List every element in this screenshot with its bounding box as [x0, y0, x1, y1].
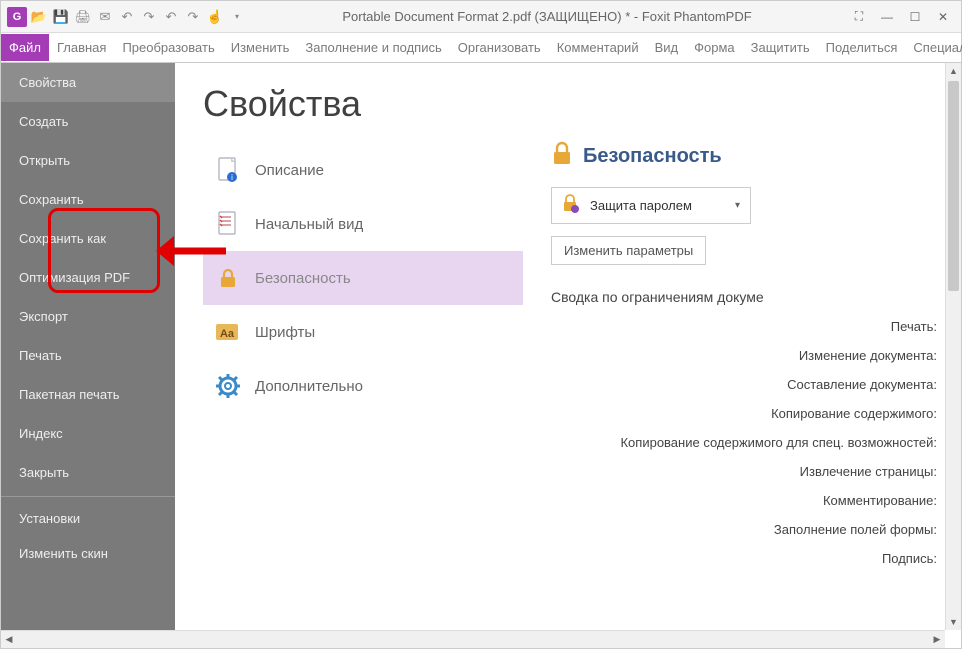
- app-logo[interactable]: G: [7, 7, 27, 27]
- category-label: Описание: [255, 162, 324, 179]
- category-label: Дополнительно: [255, 378, 363, 395]
- quick-access-toolbar: G 📂 💾 🖨 ✉ ↶ ↷ ↶ ↷ ☝ ▾: [7, 7, 247, 27]
- open-icon[interactable]: 📂: [29, 7, 49, 27]
- tab-organize[interactable]: Организовать: [450, 34, 549, 61]
- sidebar-item-preferences[interactable]: Установки: [1, 501, 175, 536]
- tab-file[interactable]: Файл: [1, 34, 49, 61]
- scroll-right-icon[interactable]: ▶: [929, 631, 945, 648]
- security-method-dropdown[interactable]: Защита паролем ▾: [551, 187, 751, 224]
- tab-share[interactable]: Поделиться: [818, 34, 906, 61]
- sidebar-item-index[interactable]: Индекс: [1, 414, 175, 453]
- category-advanced[interactable]: Дополнительно: [203, 359, 523, 413]
- sidebar-item-create[interactable]: Создать: [1, 102, 175, 141]
- perm-print: Печать:: [551, 319, 937, 334]
- document-info-icon: i: [215, 157, 241, 183]
- scroll-up-icon[interactable]: ▲: [946, 63, 961, 79]
- category-security[interactable]: Безопасность: [203, 251, 523, 305]
- save-icon[interactable]: 💾: [51, 7, 71, 27]
- sidebar-item-save[interactable]: Сохранить: [1, 180, 175, 219]
- lock-small-icon: [562, 194, 580, 217]
- lock-icon: [215, 265, 241, 291]
- fonts-icon: Aa: [215, 319, 241, 345]
- tab-fill-sign[interactable]: Заполнение и подпись: [297, 34, 449, 61]
- tab-comment[interactable]: Комментарий: [549, 34, 647, 61]
- category-description[interactable]: i Описание: [203, 143, 523, 197]
- scrollbar-thumb[interactable]: [948, 81, 959, 291]
- redo-icon[interactable]: ↷: [139, 7, 159, 27]
- category-label: Шрифты: [255, 324, 315, 341]
- lock-large-icon: [551, 141, 573, 171]
- perm-fill-form: Заполнение полей формы:: [551, 522, 937, 537]
- sidebar-item-save-as[interactable]: Сохранить как: [1, 219, 175, 258]
- security-panel: Безопасность Защита паролем ▾ Изменить п…: [535, 63, 961, 630]
- ribbon-tabs: Файл Главная Преобразовать Изменить Запо…: [1, 33, 961, 63]
- category-fonts[interactable]: Aa Шрифты: [203, 305, 523, 359]
- undo2-icon[interactable]: ↶: [161, 7, 181, 27]
- content-area: Свойства i Описание Начальный вид Безопа…: [175, 63, 961, 630]
- security-header: Безопасность: [551, 141, 937, 171]
- undo-icon[interactable]: ↶: [117, 7, 137, 27]
- window-controls: ⛶ — ☐ ✕: [847, 7, 955, 27]
- scroll-down-icon[interactable]: ▼: [946, 614, 961, 630]
- tab-protect[interactable]: Защитить: [743, 34, 818, 61]
- page-heading: Свойства: [203, 83, 523, 125]
- security-method-label: Защита паролем: [590, 198, 692, 213]
- sidebar-item-export[interactable]: Экспорт: [1, 297, 175, 336]
- redo2-icon[interactable]: ↷: [183, 7, 203, 27]
- tab-convert[interactable]: Преобразовать: [114, 34, 222, 61]
- sidebar-item-print[interactable]: Печать: [1, 336, 175, 375]
- hand-icon[interactable]: ☝: [205, 7, 225, 27]
- perm-copy: Копирование содержимого:: [551, 406, 937, 421]
- perm-sign: Подпись:: [551, 551, 937, 566]
- sidebar-item-open[interactable]: Открыть: [1, 141, 175, 180]
- vertical-scrollbar[interactable]: ▲ ▼: [945, 63, 961, 630]
- sidebar-item-batch-print[interactable]: Пакетная печать: [1, 375, 175, 414]
- perm-assembly: Составление документа:: [551, 377, 937, 392]
- sidebar-item-properties[interactable]: Свойства: [1, 63, 175, 102]
- file-menu-sidebar: Свойства Создать Открыть Сохранить Сохра…: [1, 63, 175, 630]
- tab-form[interactable]: Форма: [686, 34, 743, 61]
- perm-comment: Комментирование:: [551, 493, 937, 508]
- change-settings-button[interactable]: Изменить параметры: [551, 236, 706, 265]
- tab-special[interactable]: Специальные: [905, 34, 962, 61]
- close-window-icon[interactable]: ✕: [931, 7, 955, 27]
- print-icon[interactable]: 🖨: [73, 7, 93, 27]
- minimize-icon[interactable]: —: [875, 7, 899, 27]
- category-label: Безопасность: [255, 270, 351, 287]
- tab-home[interactable]: Главная: [49, 34, 114, 61]
- sidebar-item-change-skin[interactable]: Изменить скин: [1, 536, 175, 571]
- svg-text:i: i: [231, 173, 233, 182]
- perm-extract-page: Извлечение страницы:: [551, 464, 937, 479]
- horizontal-scrollbar[interactable]: ◀ ▶: [1, 630, 945, 648]
- window-title: Portable Document Format 2.pdf (ЗАЩИЩЕНО…: [247, 9, 847, 24]
- sidebar-item-close[interactable]: Закрыть: [1, 453, 175, 492]
- email-icon[interactable]: ✉: [95, 7, 115, 27]
- hand-dropdown-icon[interactable]: ▾: [227, 7, 247, 27]
- perm-copy-accessibility: Копирование содержимого для спец. возмож…: [551, 435, 937, 450]
- sidebar-divider: [1, 496, 175, 497]
- tab-edit[interactable]: Изменить: [223, 34, 298, 61]
- security-header-label: Безопасность: [583, 145, 722, 168]
- permissions-list: Печать: Изменение документа: Составление…: [551, 319, 937, 566]
- perm-modify: Изменение документа:: [551, 348, 937, 363]
- category-initial-view[interactable]: Начальный вид: [203, 197, 523, 251]
- initial-view-icon: [215, 211, 241, 237]
- gear-icon: [215, 373, 241, 399]
- restrictions-summary-title: Сводка по ограничениям докуме: [551, 289, 937, 305]
- sidebar-item-optimize[interactable]: Оптимизация PDF: [1, 258, 175, 297]
- titlebar: G 📂 💾 🖨 ✉ ↶ ↷ ↶ ↷ ☝ ▾ Portable Document …: [1, 1, 961, 33]
- svg-text:Aa: Aa: [220, 328, 235, 340]
- chevron-down-icon: ▾: [735, 200, 740, 211]
- scroll-left-icon[interactable]: ◀: [1, 631, 17, 648]
- category-label: Начальный вид: [255, 216, 363, 233]
- maximize-icon[interactable]: ☐: [903, 7, 927, 27]
- tab-view[interactable]: Вид: [647, 34, 687, 61]
- properties-categories: Свойства i Описание Начальный вид Безопа…: [175, 63, 535, 630]
- main-area: Свойства Создать Открыть Сохранить Сохра…: [1, 63, 961, 630]
- fullscreen-icon[interactable]: ⛶: [847, 7, 871, 27]
